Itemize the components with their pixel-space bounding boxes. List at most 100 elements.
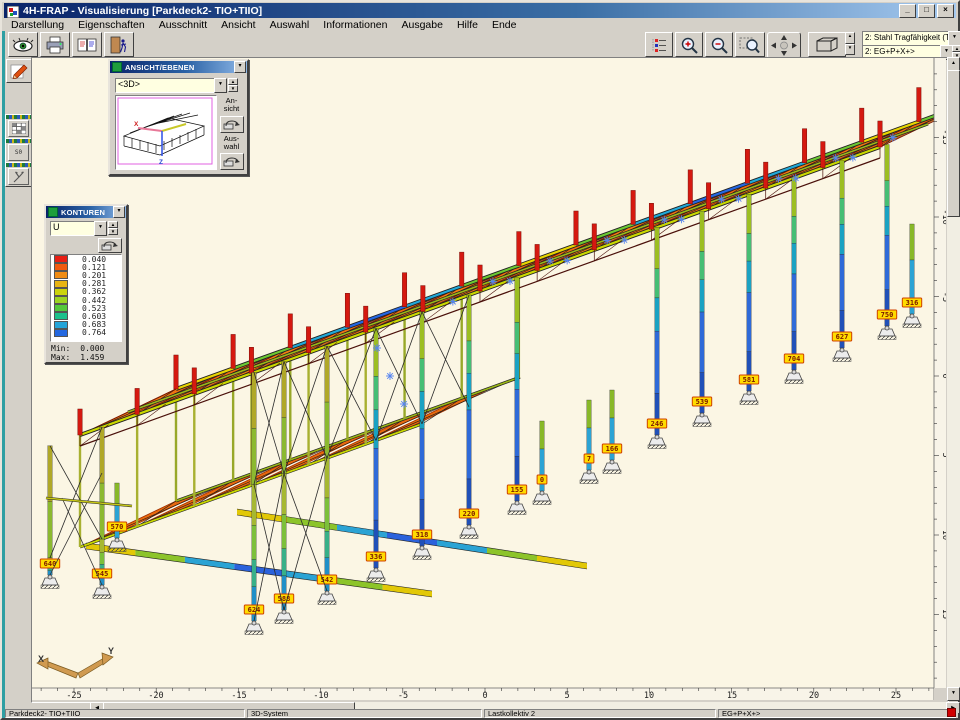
h-ruler-label: -20: [148, 691, 163, 700]
contour-combo[interactable]: U: [50, 221, 96, 236]
h-ruler-label: -15: [231, 691, 246, 700]
menu-item-ausschnitt[interactable]: Ausschnitt: [152, 19, 214, 31]
vertical-scrollbar[interactable]: ▲ ▼: [947, 57, 960, 701]
view-3d-button[interactable]: [808, 32, 846, 57]
view-eye-button[interactable]: [8, 32, 38, 57]
axis-z-label: Z: [159, 159, 163, 166]
view-combo-spinner[interactable]: ▲ ▼: [228, 78, 238, 91]
contours-window-title: KONTUREN: [61, 208, 105, 217]
legend-swatch: [54, 304, 68, 312]
fork-icon: [12, 171, 26, 183]
max-value: 1.459: [80, 353, 104, 362]
menu-item-informationen[interactable]: Informationen: [316, 19, 394, 31]
grid-icon: [12, 123, 26, 134]
camera-icon: [223, 156, 241, 167]
view-combo[interactable]: <3D>: [115, 78, 216, 93]
menu-item-ansicht[interactable]: Ansicht: [214, 19, 262, 31]
window-title: 4H-FRAP - Visualisierung [Parkdeck2- TIO…: [23, 5, 262, 17]
menu-bar: DarstellungEigenschaftenAusschnittAnsich…: [4, 18, 956, 31]
legend-row: 0.764: [51, 329, 121, 337]
menu-item-ende[interactable]: Ende: [485, 19, 524, 31]
v-ruler-label: -10: [940, 209, 946, 224]
spin-down-icon: ▼: [228, 85, 238, 92]
view-camera-button[interactable]: [220, 116, 244, 133]
contours-window-titlebar[interactable]: KONTUREN ▾: [46, 206, 126, 218]
view-combo-dropdown-icon[interactable]: ▼: [214, 78, 227, 93]
legend-min-row: Min: 0.000: [51, 344, 104, 353]
pan-control[interactable]: [767, 32, 801, 59]
svg-text:220: 220: [463, 510, 476, 518]
svg-text:316: 316: [906, 299, 919, 307]
menu-item-auswahl[interactable]: Auswahl: [263, 19, 317, 31]
v-ruler-label: -5: [940, 292, 946, 302]
legend-swatch: [54, 271, 68, 279]
zoom-window-button[interactable]: [735, 32, 765, 57]
loadcase-combo[interactable]: 2: Stahl Tragfähigkeit (Th. 2. O: [862, 31, 949, 46]
svg-text:545: 545: [96, 570, 109, 578]
contour-combo-spinner[interactable]: ▲ ▼: [108, 221, 118, 234]
loadcase-dropdown-icon[interactable]: ▼: [948, 31, 960, 46]
contour-combo-dropdown-icon[interactable]: ▼: [94, 221, 107, 236]
print-button[interactable]: [40, 32, 70, 57]
manual-button[interactable]: [72, 32, 102, 57]
printer-icon: [45, 36, 65, 54]
pan-arrows-icon: [770, 34, 798, 57]
h-ruler-label: 25: [891, 691, 901, 700]
edit-button[interactable]: [6, 59, 32, 83]
exit-door-icon: [109, 36, 129, 54]
mini-toolbox-section[interactable]: S0: [5, 138, 32, 163]
axis-x-label: X: [134, 121, 139, 128]
legend-swatch: [54, 263, 68, 271]
loadcase-combo-value: 2: Stahl Tragfähigkeit (Th. 2. O: [863, 33, 949, 42]
v-ruler-label: -15: [940, 129, 946, 144]
display-options-icon: [650, 37, 668, 53]
select-camera-button[interactable]: [220, 153, 244, 170]
spin-up-icon: ▲: [228, 78, 238, 85]
view-planes-window[interactable]: ANSICHT/EBENEN ▾ <3D> ▼ ▲ ▼ X: [108, 59, 249, 176]
menu-item-hilfe[interactable]: Hilfe: [450, 19, 485, 31]
svg-text:7: 7: [587, 455, 591, 463]
menu-item-darstellung[interactable]: Darstellung: [4, 19, 71, 31]
rollup-icon[interactable]: ▾: [234, 61, 246, 73]
status-field-2: Lastkollektiv 2: [484, 709, 716, 718]
zoom-out-button[interactable]: [705, 32, 733, 57]
status-field-3: EG+P+X+>: [718, 709, 956, 718]
contour-camera-button[interactable]: [98, 238, 122, 253]
h-ruler-label: 20: [809, 691, 819, 700]
mini-toolbox-fork[interactable]: [5, 162, 32, 187]
status-icon: [947, 708, 956, 717]
svg-text:624: 624: [248, 606, 261, 614]
v-ruler-label: 0: [940, 373, 946, 378]
contours-window[interactable]: KONTUREN ▾ U ▼ ▲ ▼ 0.0400.1210.2010.2810…: [44, 204, 128, 364]
v-ruler-label: 15: [940, 609, 946, 619]
rollup-icon[interactable]: ▾: [113, 206, 125, 218]
vertical-scroll-thumb: [947, 70, 960, 217]
mini-toolbox-net[interactable]: [5, 114, 32, 139]
legend-max-row: Max: 1.459: [51, 353, 104, 362]
h-ruler-label: 0: [482, 691, 487, 700]
menu-item-eigenschaften[interactable]: Eigenschaften: [71, 19, 152, 31]
cube-icon: [813, 35, 841, 55]
mini-titlebar: [6, 163, 31, 167]
title-bar[interactable]: 4H-FRAP - Visualisierung [Parkdeck2- TIO…: [4, 3, 956, 18]
view-preview-thumbnail: X Z: [116, 96, 214, 167]
minimize-button[interactable]: _: [899, 4, 916, 18]
contour-legend: 0.0400.1210.2010.2810.3620.4420.5230.603…: [50, 254, 122, 342]
section-icon: S0: [8, 144, 29, 161]
legend-swatch: [54, 296, 68, 304]
maximize-button[interactable]: □: [918, 4, 935, 18]
view-window-titlebar[interactable]: ANSICHT/EBENEN ▾: [110, 61, 247, 73]
legend-swatch: [54, 255, 68, 263]
view-combo-value: <3D>: [116, 79, 140, 89]
zoom-in-button[interactable]: [675, 32, 703, 57]
display-options-button[interactable]: [645, 32, 673, 57]
svg-text:336: 336: [370, 553, 383, 561]
svg-text:627: 627: [836, 333, 849, 341]
view-preview[interactable]: X Z: [115, 95, 217, 170]
exit-button[interactable]: [104, 32, 134, 57]
scroll-down-icon: ▼: [947, 687, 960, 701]
view-spinner[interactable]: ▲ ▼: [845, 32, 855, 55]
h-ruler-label: 5: [564, 691, 569, 700]
menu-item-ausgabe[interactable]: Ausgabe: [395, 19, 450, 31]
close-button[interactable]: ×: [937, 4, 954, 18]
